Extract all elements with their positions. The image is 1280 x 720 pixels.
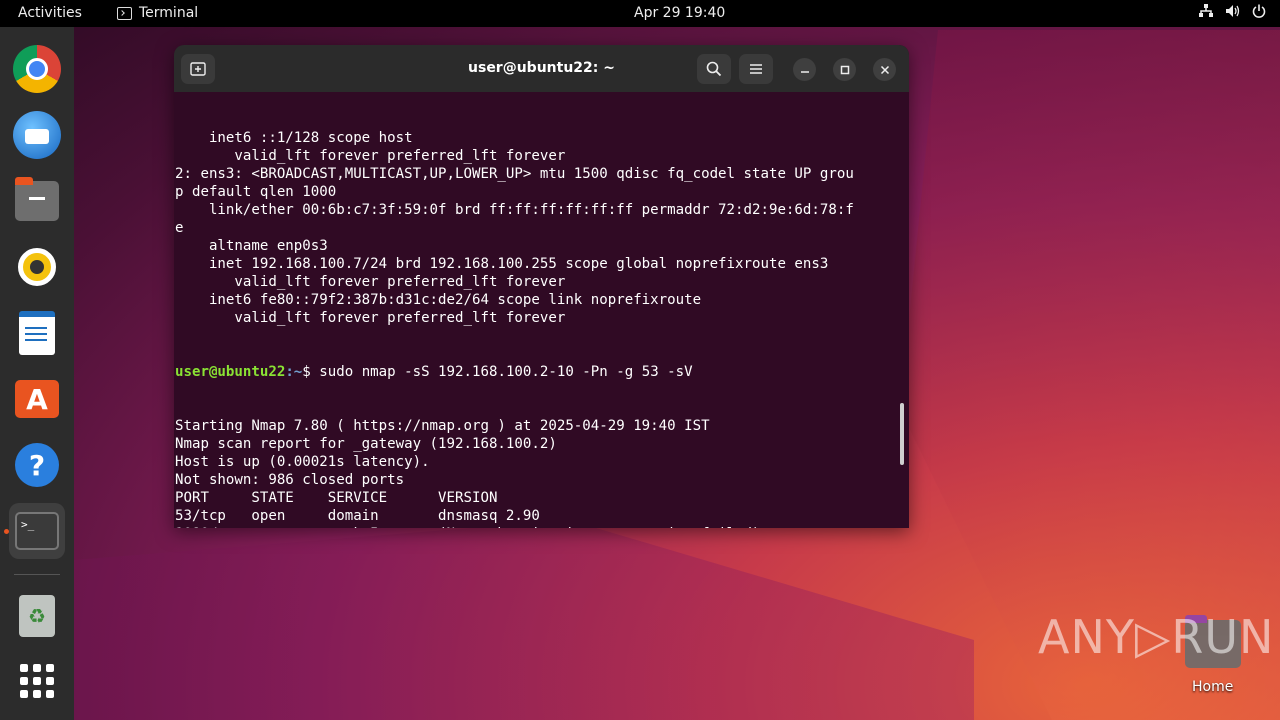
search-button[interactable] — [697, 54, 731, 84]
app-menu-label: Terminal — [139, 5, 199, 21]
files-icon — [15, 177, 59, 221]
trash-icon: ♻ — [19, 595, 55, 637]
terminal-icon — [117, 6, 132, 20]
output-line: link/ether 00:6b:c7:3f:59:0f brd ff:ff:f… — [175, 202, 854, 218]
dock-item-terminal[interactable]: >_ — [9, 503, 65, 559]
system-tray[interactable] — [1199, 4, 1266, 22]
terminal-window: user@ubuntu22: ~ inet6 ::1/128 scope hos… — [174, 45, 909, 528]
output-line: e — [175, 220, 184, 236]
watermark-logo: ANY▷RUN — [1038, 610, 1275, 664]
scrollbar[interactable] — [900, 403, 904, 465]
prompt-user: user@ubuntu22 — [175, 364, 286, 380]
dock-item-help[interactable]: ? — [9, 437, 65, 493]
maximize-icon — [840, 65, 849, 74]
minimize-button[interactable] — [793, 58, 816, 81]
output-line: PORT STATE SERVICE VERSION — [175, 490, 498, 506]
output-line: Starting Nmap 7.80 ( https://nmap.org ) … — [175, 418, 710, 434]
dock-item-thunderbird[interactable] — [9, 107, 65, 163]
output-line: valid_lft forever preferred_lft forever — [175, 148, 566, 164]
output-line: 53/tcp open domain dnsmasq 2.90 — [175, 508, 540, 524]
maximize-button[interactable] — [833, 58, 856, 81]
close-button[interactable] — [873, 58, 896, 81]
dock-item-rhythmbox[interactable] — [9, 239, 65, 295]
output-line: valid_lft forever preferred_lft forever — [175, 310, 566, 326]
command-text: $ sudo nmap -sS 192.168.100.2-10 -Pn -g … — [302, 364, 693, 380]
minimize-icon — [800, 70, 809, 73]
help-icon: ? — [15, 443, 59, 487]
power-icon — [1252, 4, 1266, 22]
volume-icon — [1225, 4, 1240, 22]
dock-separator — [14, 574, 60, 575]
app-menu[interactable]: Terminal — [117, 5, 198, 21]
dock-item-show-apps[interactable] — [9, 653, 65, 709]
prompt-path: :~ — [285, 364, 303, 380]
thunderbird-icon — [13, 111, 61, 159]
terminal-icon: >_ — [15, 512, 59, 550]
output-line: 2: ens3: <BROADCAST,MULTICAST,UP,LOWER_U… — [175, 166, 854, 182]
network-icon — [1199, 4, 1213, 22]
prompt-line: user@ubuntu22:~$ sudo nmap -sS 192.168.1… — [175, 363, 909, 381]
output-line: 1080/tcp open socks5 (No authentication;… — [175, 525, 909, 528]
output-line: inet 192.168.100.7/24 brd 192.168.100.25… — [175, 256, 829, 272]
rhythmbox-icon — [18, 248, 56, 286]
app-grid-icon — [20, 664, 54, 698]
dock: A ? >_ ♻ — [0, 27, 74, 720]
search-icon — [706, 61, 722, 77]
dock-item-chrome[interactable] — [9, 41, 65, 97]
output-line: inet6 ::1/128 scope host — [175, 130, 422, 146]
chrome-icon — [13, 45, 61, 93]
output-block-before: inet6 ::1/128 scope host valid_lft forev… — [175, 129, 909, 327]
dock-item-writer[interactable] — [9, 305, 65, 361]
output-line: inet6 fe80::79f2:387b:d31c:de2/64 scope … — [175, 292, 710, 308]
output-line: Not shown: 986 closed ports — [175, 472, 405, 488]
output-line: Nmap scan report for _gateway (192.168.1… — [175, 436, 557, 452]
top-bar: Activities Terminal Apr 29 19:40 — [0, 0, 1280, 27]
output-line: Host is up (0.00021s latency). — [175, 454, 430, 470]
hamburger-icon — [750, 64, 762, 74]
writer-icon — [19, 311, 55, 355]
output-line: altname enp0s3 — [175, 238, 328, 254]
terminal-headerbar[interactable]: user@ubuntu22: ~ — [174, 45, 909, 92]
output-block-after: Starting Nmap 7.80 ( https://nmap.org ) … — [175, 417, 909, 528]
clock[interactable]: Apr 29 19:40 — [634, 5, 725, 21]
home-folder-label[interactable]: Home — [1192, 679, 1233, 695]
dock-item-app-center[interactable]: A — [9, 371, 65, 427]
wallpaper-shape — [74, 520, 974, 720]
activities-button[interactable]: Activities — [18, 5, 82, 21]
dock-item-trash[interactable]: ♻ — [9, 588, 65, 644]
store-icon: A — [15, 380, 59, 418]
output-line: p default qlen 1000 — [175, 184, 337, 200]
output-line: valid_lft forever preferred_lft forever — [175, 274, 566, 290]
menu-button[interactable] — [739, 54, 773, 84]
terminal-output[interactable]: inet6 ::1/128 scope host valid_lft forev… — [174, 92, 909, 528]
dock-item-files[interactable] — [9, 173, 65, 229]
close-icon — [880, 65, 889, 74]
